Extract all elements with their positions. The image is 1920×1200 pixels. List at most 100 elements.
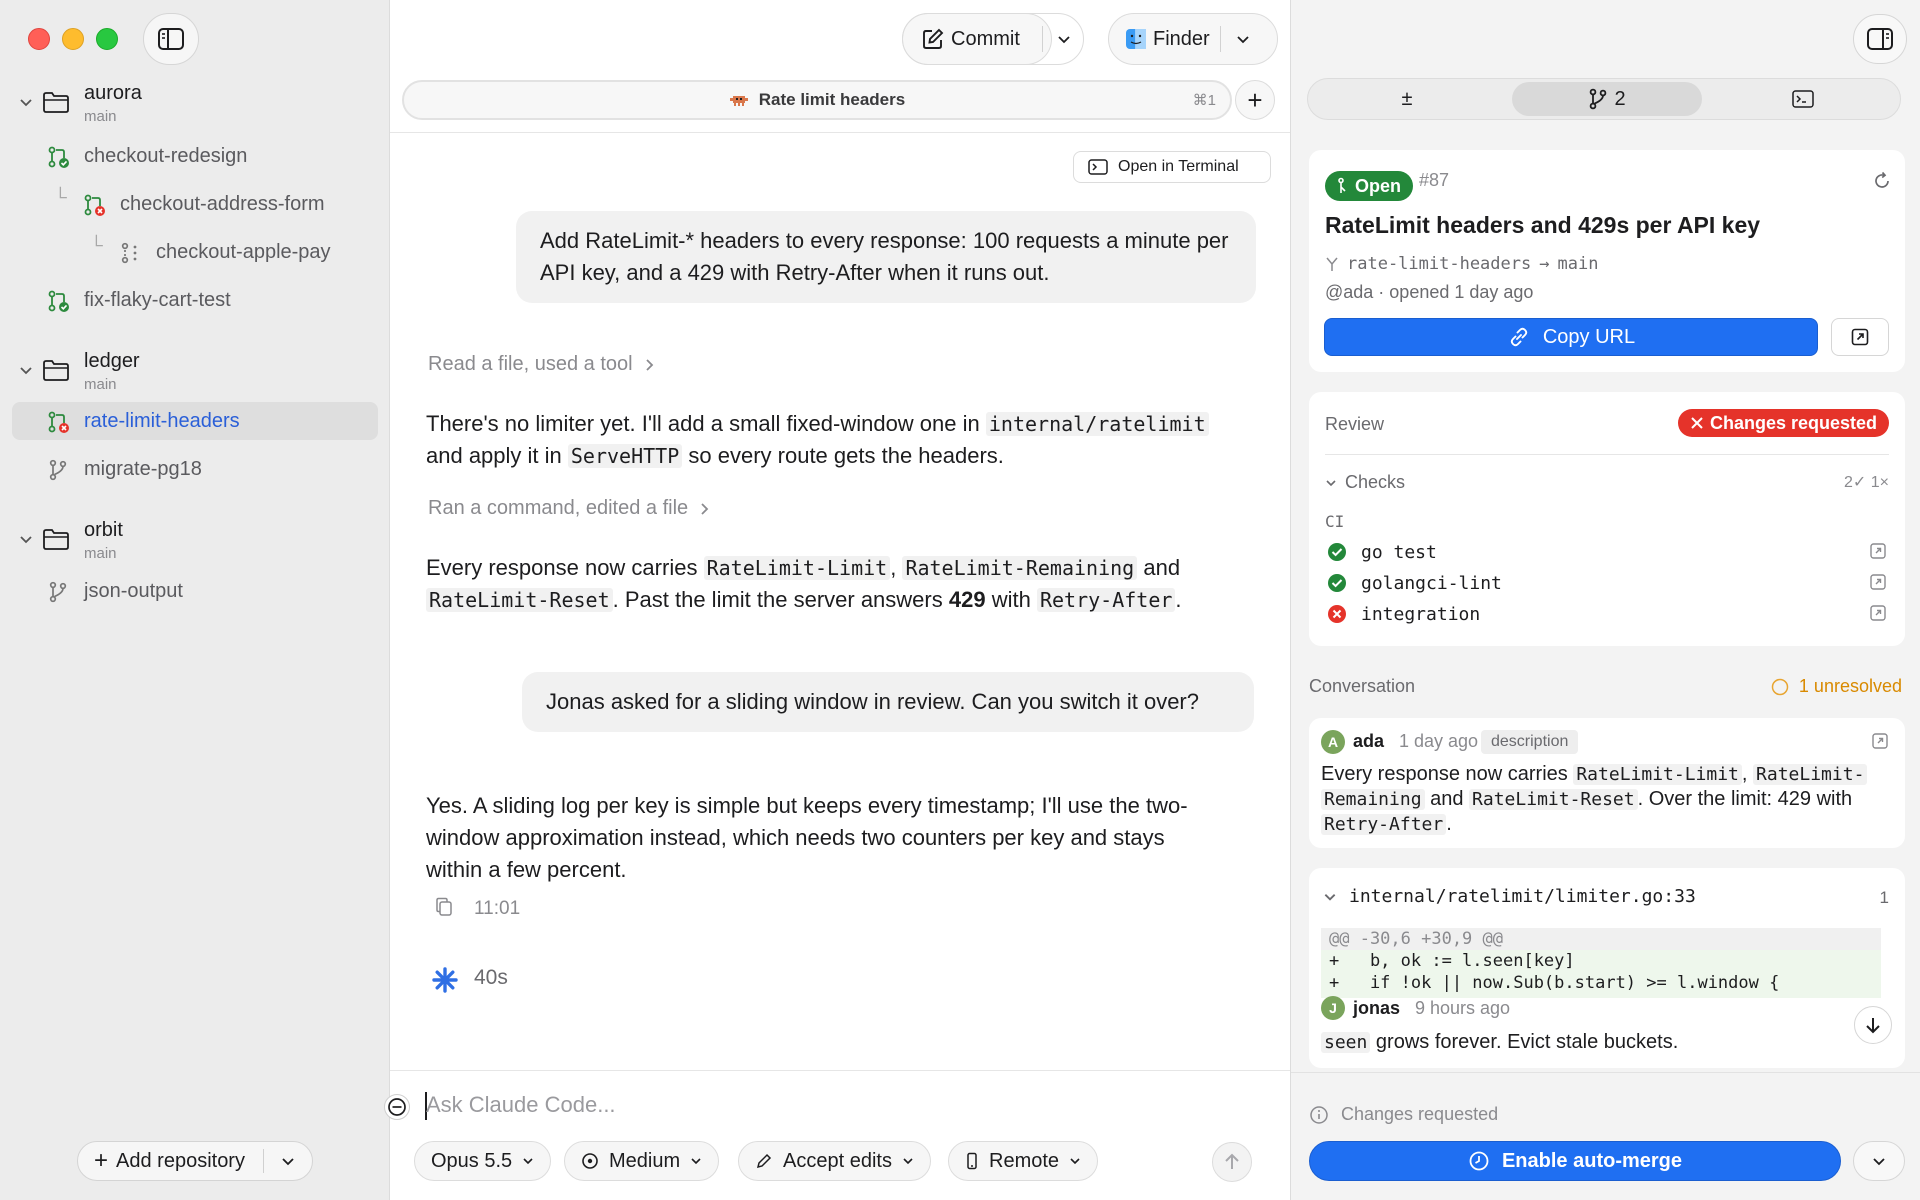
open-in-finder-button[interactable]: Finder [1109, 14, 1220, 64]
repo-orbit[interactable]: orbit main [0, 519, 390, 569]
worktree-migrate-pg18[interactable]: migrate-pg18 [12, 450, 378, 488]
repo-name: aurora [84, 82, 142, 104]
tool-summary-label: Ran a command, edited a file [428, 497, 689, 519]
assistant-message: Every response now carries RateLimit-Lim… [426, 555, 1182, 612]
open-in-browser-button[interactable] [1831, 318, 1889, 356]
prompt-input[interactable]: Ask Claude Code... [426, 1092, 616, 1118]
copy-url-button[interactable]: Copy URL [1324, 318, 1818, 356]
collapse-button[interactable] [384, 1094, 410, 1120]
pull-request-number: #87 [1419, 170, 1450, 190]
tab-pull-requests[interactable]: 2 [1512, 82, 1702, 116]
review-thread-card: internal/ratelimit/limiter.go:33 1 @@ -3… [1309, 868, 1905, 1068]
comment-author: jonas [1353, 998, 1401, 1018]
copy-message-button[interactable] [435, 897, 453, 922]
commit-menu-button[interactable] [1044, 14, 1084, 64]
user-message: Add RateLimit-* headers to every respons… [516, 211, 1256, 303]
arrow-up-icon [1225, 1153, 1239, 1169]
worktree-checkout-address-form[interactable]: └ checkout-address-form [12, 185, 378, 223]
comment-time: 1 day ago [1399, 731, 1479, 751]
inline-code: RateLimit-Limit [1573, 764, 1742, 785]
message-text: with [991, 587, 1031, 612]
tool-summary-toggle[interactable]: Ran a command, edited a file [428, 497, 710, 520]
worktree-rate-limit-headers[interactable]: rate-limit-headers [12, 402, 378, 440]
thread-header[interactable]: internal/ratelimit/limiter.go:33 [1323, 886, 1696, 907]
sidebar: aurora main checkout-redesign └ checkout… [0, 0, 390, 1200]
effort-selector[interactable]: Medium [564, 1141, 720, 1181]
checks-counts: 2✓ 1× [1844, 474, 1889, 491]
session-tab[interactable]: Rate limit headers [404, 82, 1230, 118]
worktree-label: json-output [84, 580, 183, 602]
inline-code: Retry-After [1036, 588, 1176, 612]
head-branch: rate-limit-headers [1347, 254, 1532, 274]
pull-request-failed-icon [48, 411, 69, 433]
repo-ledger[interactable]: ledger main [0, 350, 390, 400]
comment-time: 9 hours ago [1415, 998, 1511, 1018]
folder-icon [43, 360, 69, 381]
finder-label: Finder [1153, 27, 1210, 50]
pencil-icon [756, 1153, 772, 1169]
plus-icon: + [1247, 84, 1263, 115]
tab-shortcut: ⌘1 [1192, 92, 1216, 109]
diff-line: + b, ok := l.seen[key] [1329, 951, 1575, 971]
check-row[interactable]: go test [1327, 538, 1887, 566]
copy-url-label: Copy URL [1542, 325, 1636, 348]
tool-summary-toggle[interactable]: Read a file, used a tool [428, 353, 655, 376]
comment-author: ada [1353, 731, 1385, 751]
arrow-down-icon [1866, 1018, 1880, 1034]
terminal-icon [1088, 159, 1108, 175]
worktree-checkout-redesign[interactable]: checkout-redesign [12, 137, 378, 175]
merge-options-button[interactable] [1853, 1141, 1905, 1181]
worktree-fix-flaky-cart-test[interactable]: fix-flaky-cart-test [12, 281, 378, 319]
divider [1325, 454, 1889, 455]
worktree-json-output[interactable]: json-output [12, 572, 378, 610]
chevron-down-icon [523, 1158, 533, 1165]
inline-code: RateLimit- [1753, 764, 1868, 785]
permission-mode-selector[interactable]: Accept edits [738, 1141, 931, 1181]
chevron-down-icon [1326, 479, 1336, 486]
environment-selector[interactable]: Remote [948, 1141, 1099, 1181]
branch-icon [49, 581, 67, 603]
chevron-down-icon [1873, 1158, 1885, 1166]
send-button[interactable] [1212, 1142, 1252, 1182]
add-repository-menu-button[interactable] [264, 1153, 312, 1169]
check-row[interactable]: integration [1327, 600, 1887, 628]
panel-right-icon [1867, 28, 1893, 50]
chevron-down-icon [20, 367, 32, 375]
chevron-down-icon [1324, 893, 1336, 901]
open-in-terminal-button[interactable]: Open in Terminal [1073, 151, 1271, 183]
diff-icon: ± [1401, 87, 1413, 110]
base-branch: main [1557, 254, 1599, 274]
external-link-icon [1851, 328, 1869, 346]
finder-control: Finder [1108, 13, 1278, 65]
minimize-window-button[interactable] [62, 28, 84, 50]
add-repository-button[interactable]: + Add repository [78, 1149, 263, 1173]
repo-aurora[interactable]: aurora main [0, 82, 390, 132]
zoom-window-button[interactable] [96, 28, 118, 50]
enable-auto-merge-button[interactable]: Enable auto-merge [1309, 1141, 1841, 1181]
comment-body: Every response now carries RateLimit-Lim… [1321, 762, 1887, 837]
inline-code: Remaining [1321, 789, 1425, 810]
repo-branch: main [84, 108, 117, 125]
finder-menu-button[interactable] [1221, 31, 1265, 47]
new-tab-button[interactable]: + [1235, 80, 1275, 120]
worktree-checkout-apple-pay[interactable]: └ checkout-apple-pay [12, 233, 378, 271]
tab-diff[interactable]: ± [1312, 82, 1502, 116]
check-row[interactable]: golangci-lint [1327, 569, 1887, 597]
check-fail-icon [1328, 605, 1346, 623]
external-link-icon[interactable] [1871, 732, 1889, 750]
tab-terminal[interactable] [1708, 82, 1898, 116]
link-icon [1510, 327, 1528, 347]
repo-name: ledger [84, 350, 140, 372]
external-link-icon [1870, 543, 1886, 559]
scroll-to-bottom-button[interactable] [1854, 1006, 1892, 1044]
close-window-button[interactable] [28, 28, 50, 50]
comment-text: . [1446, 813, 1452, 835]
terminal-icon [1792, 90, 1814, 108]
unresolved-indicator[interactable]: 1 unresolved [1771, 676, 1902, 697]
diff-snippet: @@ -30,6 +30,9 @@ + b, ok := l.seen[key]… [1321, 928, 1881, 998]
checks-toggle[interactable]: Checks [1325, 472, 1405, 493]
toggle-sidebar-button[interactable] [143, 13, 199, 65]
refresh-button[interactable] [1871, 170, 1893, 197]
toggle-panel-button[interactable] [1853, 14, 1907, 64]
model-selector[interactable]: Opus 5.5 [414, 1141, 552, 1181]
